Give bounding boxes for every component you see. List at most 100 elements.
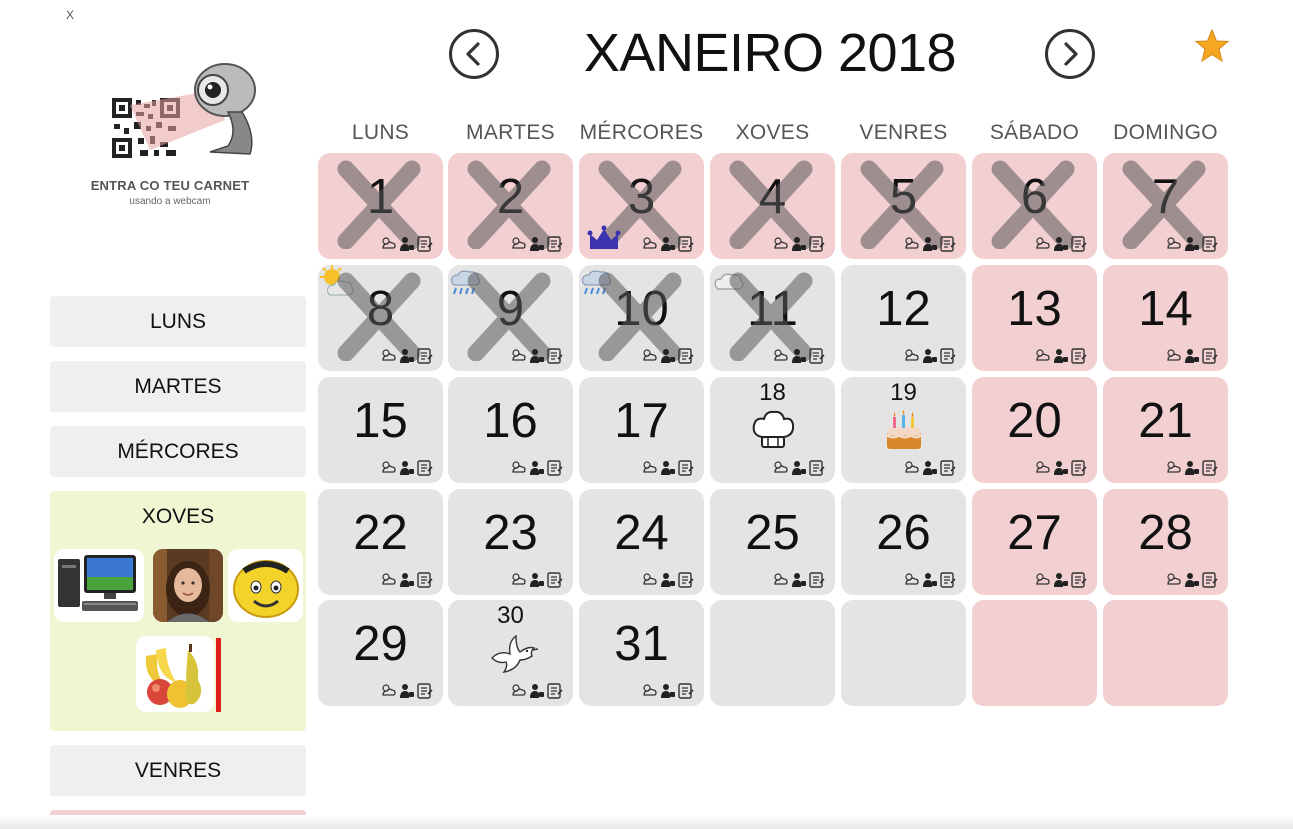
person-icon[interactable] xyxy=(790,459,807,476)
day-cell[interactable]: 29 xyxy=(318,600,443,706)
notes-icon[interactable] xyxy=(677,347,694,364)
weather-icon[interactable] xyxy=(903,235,920,252)
person-icon[interactable] xyxy=(528,571,545,588)
sidebar-item-luns[interactable]: LUNS xyxy=(50,296,306,347)
day-cell[interactable]: 31 xyxy=(579,600,704,706)
day-cell[interactable]: 19 xyxy=(841,377,966,483)
day-cell[interactable]: 28 xyxy=(1103,489,1228,595)
notes-icon[interactable] xyxy=(416,459,433,476)
person-icon[interactable] xyxy=(659,459,676,476)
weather-icon[interactable] xyxy=(772,347,789,364)
notes-icon[interactable] xyxy=(416,682,433,699)
day-cell[interactable]: 9 xyxy=(448,265,573,371)
person-icon[interactable] xyxy=(921,459,938,476)
notes-icon[interactable] xyxy=(546,347,563,364)
teacher-photo[interactable] xyxy=(153,549,223,622)
notes-icon[interactable] xyxy=(1070,347,1087,364)
notes-icon[interactable] xyxy=(546,459,563,476)
weather-icon[interactable] xyxy=(641,571,658,588)
weather-icon[interactable] xyxy=(1165,459,1182,476)
day-cell[interactable]: 5 xyxy=(841,153,966,259)
notes-icon[interactable] xyxy=(808,347,825,364)
person-icon[interactable] xyxy=(398,347,415,364)
notes-icon[interactable] xyxy=(939,235,956,252)
person-icon[interactable] xyxy=(659,235,676,252)
person-icon[interactable] xyxy=(398,459,415,476)
day-cell[interactable]: 1 xyxy=(318,153,443,259)
sidebar-item-mercores[interactable]: MÉRCORES xyxy=(50,426,306,477)
favorite-button[interactable] xyxy=(1194,28,1230,69)
notes-icon[interactable] xyxy=(546,682,563,699)
person-icon[interactable] xyxy=(921,571,938,588)
day-cell[interactable]: 3 xyxy=(579,153,704,259)
weather-icon[interactable] xyxy=(772,571,789,588)
person-icon[interactable] xyxy=(921,235,938,252)
sidebar-item-venres[interactable]: VENRES xyxy=(50,745,306,796)
weather-icon[interactable] xyxy=(510,347,527,364)
day-cell[interactable]: 24 xyxy=(579,489,704,595)
person-icon[interactable] xyxy=(790,235,807,252)
person-icon[interactable] xyxy=(1052,459,1069,476)
notes-icon[interactable] xyxy=(939,347,956,364)
beebot-icon[interactable] xyxy=(228,549,303,622)
weather-icon[interactable] xyxy=(1034,347,1051,364)
weather-icon[interactable] xyxy=(1034,235,1051,252)
weather-icon[interactable] xyxy=(380,459,397,476)
notes-icon[interactable] xyxy=(546,571,563,588)
notes-icon[interactable] xyxy=(1070,235,1087,252)
notes-icon[interactable] xyxy=(808,235,825,252)
person-icon[interactable] xyxy=(1052,235,1069,252)
day-cell[interactable]: 12 xyxy=(841,265,966,371)
weather-icon[interactable] xyxy=(510,459,527,476)
day-cell[interactable]: 23 xyxy=(448,489,573,595)
notes-icon[interactable] xyxy=(677,459,694,476)
weather-icon[interactable] xyxy=(1165,347,1182,364)
day-cell[interactable]: 25 xyxy=(710,489,835,595)
person-icon[interactable] xyxy=(659,682,676,699)
weather-icon[interactable] xyxy=(641,682,658,699)
notes-icon[interactable] xyxy=(1201,571,1218,588)
notes-icon[interactable] xyxy=(808,571,825,588)
day-cell[interactable]: 30 xyxy=(448,600,573,706)
notes-icon[interactable] xyxy=(677,235,694,252)
day-cell[interactable]: 10 xyxy=(579,265,704,371)
day-cell[interactable]: 20 xyxy=(972,377,1097,483)
day-cell[interactable]: 17 xyxy=(579,377,704,483)
computer-icon[interactable] xyxy=(54,549,144,622)
notes-icon[interactable] xyxy=(416,235,433,252)
weather-icon[interactable] xyxy=(641,459,658,476)
person-icon[interactable] xyxy=(790,571,807,588)
person-icon[interactable] xyxy=(398,571,415,588)
person-icon[interactable] xyxy=(659,347,676,364)
person-icon[interactable] xyxy=(1183,571,1200,588)
weather-icon[interactable] xyxy=(510,571,527,588)
fruit-icon[interactable] xyxy=(136,636,214,712)
weather-icon[interactable] xyxy=(641,235,658,252)
notes-icon[interactable] xyxy=(939,459,956,476)
person-icon[interactable] xyxy=(659,571,676,588)
day-cell[interactable]: 27 xyxy=(972,489,1097,595)
day-cell[interactable]: 21 xyxy=(1103,377,1228,483)
notes-icon[interactable] xyxy=(1070,571,1087,588)
day-cell[interactable]: 15 xyxy=(318,377,443,483)
person-icon[interactable] xyxy=(528,459,545,476)
notes-icon[interactable] xyxy=(1201,459,1218,476)
notes-icon[interactable] xyxy=(939,571,956,588)
notes-icon[interactable] xyxy=(1201,235,1218,252)
weather-icon[interactable] xyxy=(380,235,397,252)
weather-icon[interactable] xyxy=(1165,235,1182,252)
weather-icon[interactable] xyxy=(510,682,527,699)
notes-icon[interactable] xyxy=(1070,459,1087,476)
prev-month-button[interactable] xyxy=(449,29,499,79)
person-icon[interactable] xyxy=(790,347,807,364)
person-icon[interactable] xyxy=(1183,347,1200,364)
person-icon[interactable] xyxy=(528,347,545,364)
weather-icon[interactable] xyxy=(903,571,920,588)
day-cell[interactable]: 2 xyxy=(448,153,573,259)
weather-icon[interactable] xyxy=(380,347,397,364)
day-cell[interactable]: 16 xyxy=(448,377,573,483)
notes-icon[interactable] xyxy=(546,235,563,252)
close-button[interactable]: X xyxy=(66,8,74,22)
person-icon[interactable] xyxy=(1183,235,1200,252)
sidebar-item-martes[interactable]: MARTES xyxy=(50,361,306,412)
